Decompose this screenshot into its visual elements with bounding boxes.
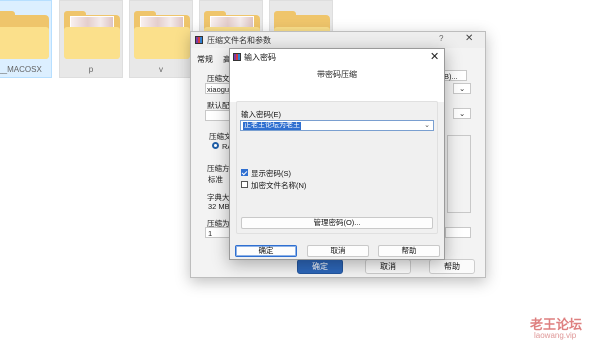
split-unit-field[interactable] — [445, 227, 471, 238]
help-button[interactable]: 帮助 — [429, 259, 475, 274]
rar-radio[interactable] — [212, 142, 219, 149]
winrar-icon — [195, 36, 203, 44]
ok-button[interactable]: 确定 — [297, 259, 343, 274]
show-password-checkbox[interactable] — [241, 169, 248, 176]
encrypt-names-label[interactable]: 加密文件名称(N) — [251, 180, 306, 191]
method-value[interactable]: 标准 — [208, 174, 223, 185]
options-group — [447, 135, 471, 213]
password-input[interactable]: 正老王论坛为老王 ⌄ — [240, 120, 434, 131]
dialog-title: 输入密码 — [244, 53, 276, 62]
watermark-url: laowang.vip — [534, 331, 577, 340]
title-bar: 压缩文件名和参数 ? ✕ — [191, 32, 485, 48]
method-label: 压缩方 — [207, 164, 230, 173]
password-label: 输入密码(E) — [241, 110, 281, 119]
ok-button[interactable]: 确定 — [235, 245, 297, 257]
update-mode-dropdown[interactable]: ⌄ — [453, 108, 471, 119]
close-icon[interactable]: ✕ — [465, 33, 473, 44]
password-dialog: 输入密码 ✕ 带密码压缩 输入密码(E) 正老王论坛为老王 ⌄ 显示密码(S) … — [229, 48, 445, 260]
title-bar: 输入密码 ✕ — [230, 49, 444, 65]
cancel-button[interactable]: 取消 — [365, 259, 411, 274]
close-icon[interactable]: ✕ — [430, 50, 439, 63]
chevron-down-icon: ⌄ — [459, 109, 466, 118]
help-icon[interactable]: ? — [439, 34, 443, 43]
dict-value[interactable]: 32 MB — [208, 202, 230, 211]
chevron-down-icon[interactable]: ⌄ — [424, 121, 430, 131]
tab-general[interactable]: 常规 — [197, 54, 213, 65]
dialog-title: 压缩文件名和参数 — [207, 36, 271, 45]
show-password-label[interactable]: 显示密码(S) — [251, 168, 291, 179]
password-value: 正老王论坛为老王 — [243, 122, 301, 130]
chevron-down-icon: ⌄ — [459, 84, 466, 93]
help-button[interactable]: 帮助 — [378, 245, 440, 257]
archive-name-dropdown[interactable]: ⌄ — [453, 83, 471, 94]
cancel-button[interactable]: 取消 — [307, 245, 369, 257]
manage-passwords-button[interactable]: 管理密码(O)... — [241, 217, 433, 229]
winrar-icon — [233, 53, 241, 61]
encrypt-names-checkbox[interactable] — [241, 181, 248, 188]
dialog-header: 带密码压缩 — [230, 65, 444, 102]
